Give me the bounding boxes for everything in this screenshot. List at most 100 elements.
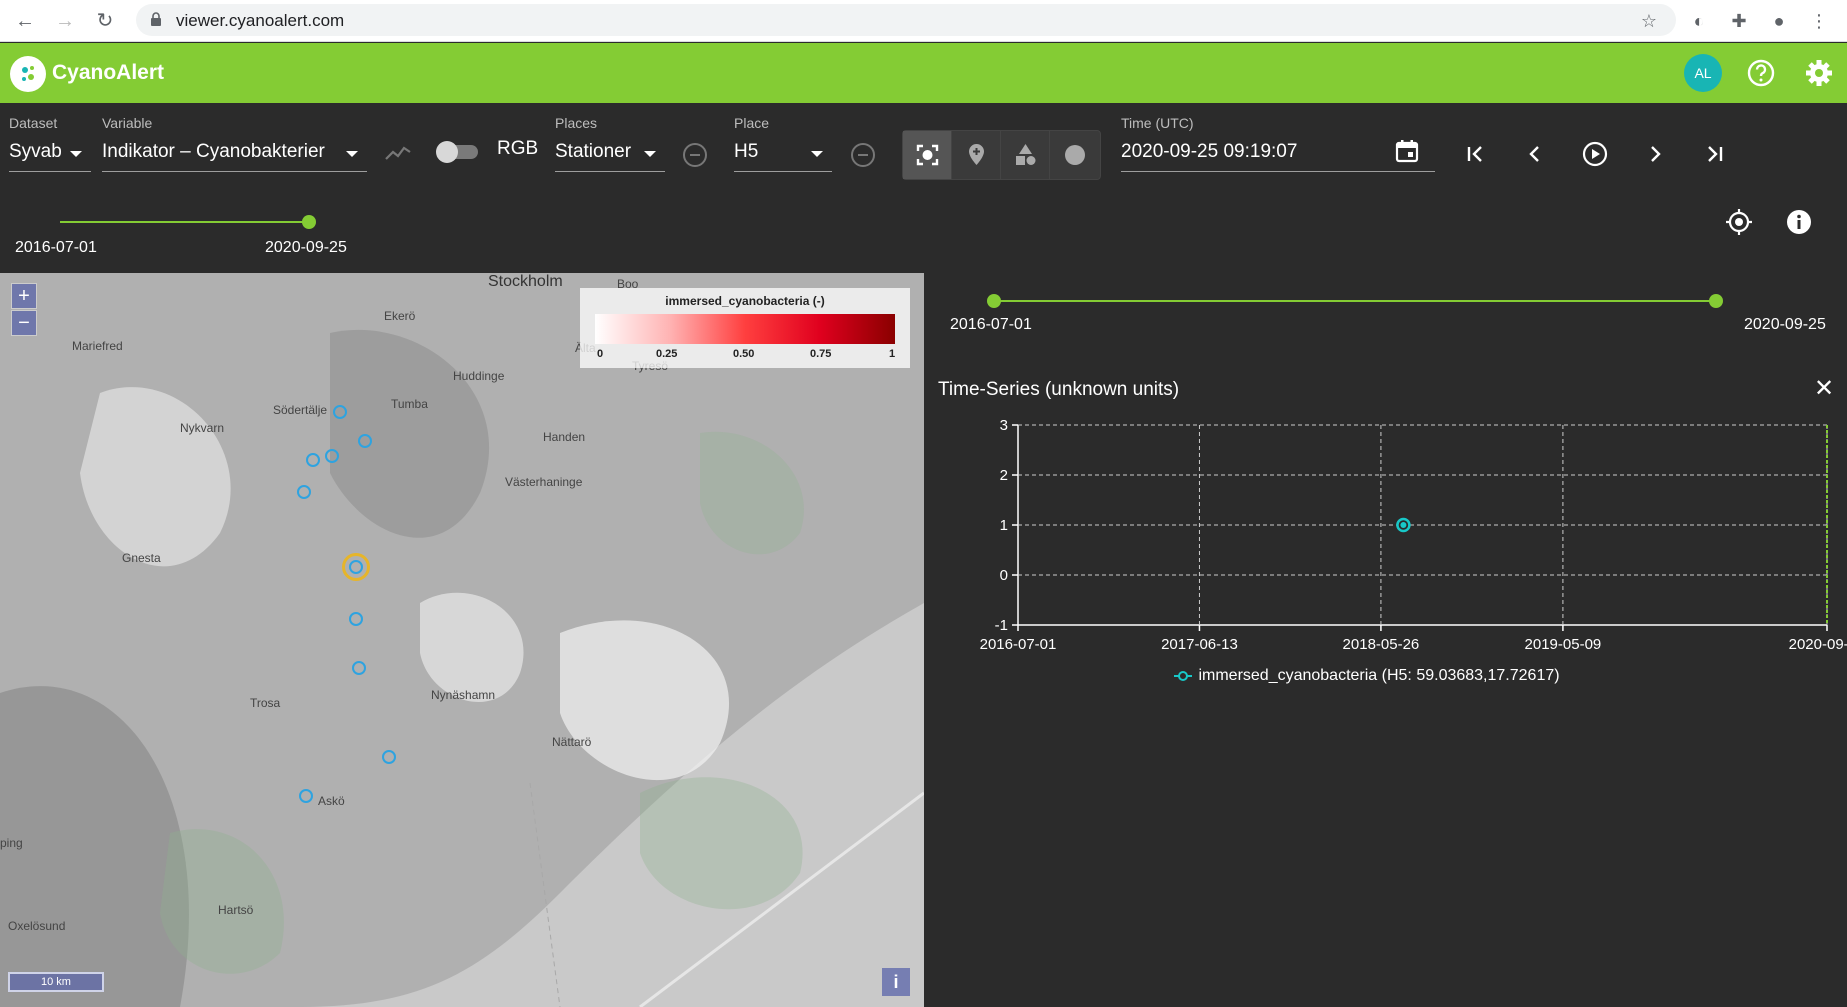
map-place-label: Hartsö [218, 903, 254, 917]
station-marker[interactable] [349, 612, 363, 626]
variable-select[interactable]: Indikator – Cyanobakterier [102, 141, 325, 163]
next-step-icon[interactable] [1640, 139, 1670, 169]
y-tick-label: -1 [995, 617, 1008, 634]
help-icon[interactable] [1744, 56, 1778, 90]
map-interaction-toolgroup [902, 130, 1101, 180]
time-range-track[interactable] [60, 221, 310, 223]
station-marker[interactable] [306, 453, 320, 467]
timeseries-chart[interactable]: 3 2 1 0 -1 2016-07-01 2017-06-13 2018-05-26 2019… [924, 409, 1847, 689]
calendar-icon[interactable] [1394, 138, 1420, 164]
x-tick-label: 2019-05-09 [1525, 636, 1602, 653]
add-point-button[interactable] [952, 131, 1001, 179]
legend-tick: 1 [889, 348, 896, 360]
legend-series-marker-icon [1174, 670, 1192, 681]
address-bar[interactable]: viewer.cyanoalert.com [136, 4, 1676, 36]
rgb-toggle[interactable] [436, 141, 482, 163]
map-place-label: Oxelösund [8, 919, 66, 933]
time-range-knob[interactable] [302, 215, 316, 229]
station-marker[interactable] [349, 560, 363, 574]
remove-place-icon[interactable] [851, 143, 875, 167]
remove-places-icon[interactable] [683, 143, 707, 167]
play-icon[interactable] [1580, 139, 1610, 169]
map-place-label: Huddinge [453, 369, 505, 383]
variable-underline [102, 171, 367, 172]
map-place-label: Handen [543, 430, 586, 444]
map-place-label: Nättarö [552, 735, 592, 749]
select-mode-button[interactable] [903, 131, 952, 179]
last-step-icon[interactable] [1700, 139, 1730, 169]
extensions-puzzle-icon[interactable]: ✚ [1726, 8, 1752, 34]
map-place-label: Trosa [250, 696, 281, 710]
station-marker[interactable] [297, 485, 311, 499]
forward-icon[interactable]: → [52, 8, 78, 34]
station-marker[interactable] [382, 750, 396, 764]
place-chevron-down-icon[interactable] [811, 151, 823, 157]
back-icon[interactable]: ← [12, 8, 38, 34]
variable-label: Variable [102, 115, 153, 131]
dataset-underline [9, 171, 91, 172]
timeseries-chart-icon[interactable] [384, 143, 412, 163]
attribution-button[interactable]: i [882, 968, 910, 996]
map-place-label: ping [0, 836, 23, 850]
map-basemap [0, 273, 924, 1007]
close-icon[interactable]: ✕ [1812, 377, 1836, 401]
details-panel: 2016-07-01 2020-09-25 Time-Series (unkno… [924, 273, 1847, 1007]
control-bar: Dataset Syvab Variable Indikator – Cyano… [0, 103, 1847, 273]
app-title: CyanoAlert [52, 61, 165, 84]
extension-circle-icon[interactable]: ◐ [1686, 8, 1712, 34]
profile-icon[interactable]: ● [1766, 8, 1792, 34]
rgb-label: RGB [497, 138, 539, 159]
app-logo [10, 56, 46, 92]
previous-step-icon[interactable] [1520, 139, 1550, 169]
panel-range-track[interactable] [994, 300, 1716, 302]
places-select[interactable]: Stationer [555, 141, 631, 163]
time-input[interactable]: 2020-09-25 09:19:07 [1121, 141, 1297, 163]
panel-range-start-knob[interactable] [987, 294, 1001, 308]
x-tick-label: 2017-06-13 [1161, 636, 1238, 653]
time-label: Time (UTC) [1121, 115, 1194, 131]
station-marker[interactable] [325, 449, 339, 463]
data-point-center [1400, 522, 1407, 528]
dataset-select[interactable]: Syvab [9, 141, 62, 163]
place-select[interactable]: H5 [734, 141, 758, 163]
lock-icon [151, 12, 161, 26]
y-tick-label: 2 [1000, 467, 1008, 484]
add-location-pin-icon [969, 144, 984, 165]
panel-range-end-knob[interactable] [1709, 294, 1723, 308]
bookmark-star-icon[interactable]: ☆ [1636, 8, 1662, 34]
add-polygon-button[interactable] [1001, 131, 1050, 179]
station-marker[interactable] [352, 661, 366, 675]
more-menu-icon[interactable]: ⋮ [1806, 8, 1832, 34]
places-chevron-down-icon[interactable] [644, 151, 656, 157]
y-tick-label: 1 [1000, 517, 1008, 534]
places-label: Places [555, 115, 598, 131]
x-tick-label: 2018-05-26 [1343, 636, 1420, 653]
time-underline [1121, 171, 1435, 172]
legend-tick: 0.25 [656, 348, 678, 360]
zoom-in-button[interactable]: + [11, 283, 37, 309]
zoom-out-button[interactable]: − [11, 310, 37, 336]
info-icon[interactable] [1784, 207, 1814, 237]
settings-gear-icon[interactable] [1802, 56, 1836, 90]
user-avatar[interactable]: AL [1684, 54, 1722, 92]
station-marker[interactable] [358, 434, 372, 448]
first-step-icon[interactable] [1460, 139, 1490, 169]
reload-icon[interactable]: ↻ [92, 8, 118, 34]
add-circle-button[interactable] [1050, 131, 1099, 179]
chart-legend[interactable]: immersed_cyanobacteria (H5: 59.03683,17.… [1172, 667, 1560, 685]
legend-tick: 0.75 [810, 348, 832, 360]
dataset-chevron-down-icon[interactable] [70, 151, 82, 157]
station-marker[interactable] [299, 789, 313, 803]
y-tick-label: 0 [1000, 567, 1008, 584]
map-place-label: Askö [318, 794, 345, 808]
legend-tick: 0 [597, 348, 604, 360]
map-view[interactable]: Stockholm Boo Ekerö Mariefred Huddinge Ä… [0, 273, 924, 1007]
my-location-icon[interactable] [1724, 207, 1754, 237]
variable-chevron-down-icon[interactable] [346, 151, 358, 157]
timeseries-title: Time-Series (unknown units) [938, 379, 1180, 400]
circle-icon [1065, 145, 1085, 165]
legend-title: immersed_cyanobacteria (-) [665, 294, 825, 308]
map-place-label: Mariefred [72, 339, 123, 353]
place-label: Place [734, 115, 770, 131]
station-marker[interactable] [333, 405, 347, 419]
